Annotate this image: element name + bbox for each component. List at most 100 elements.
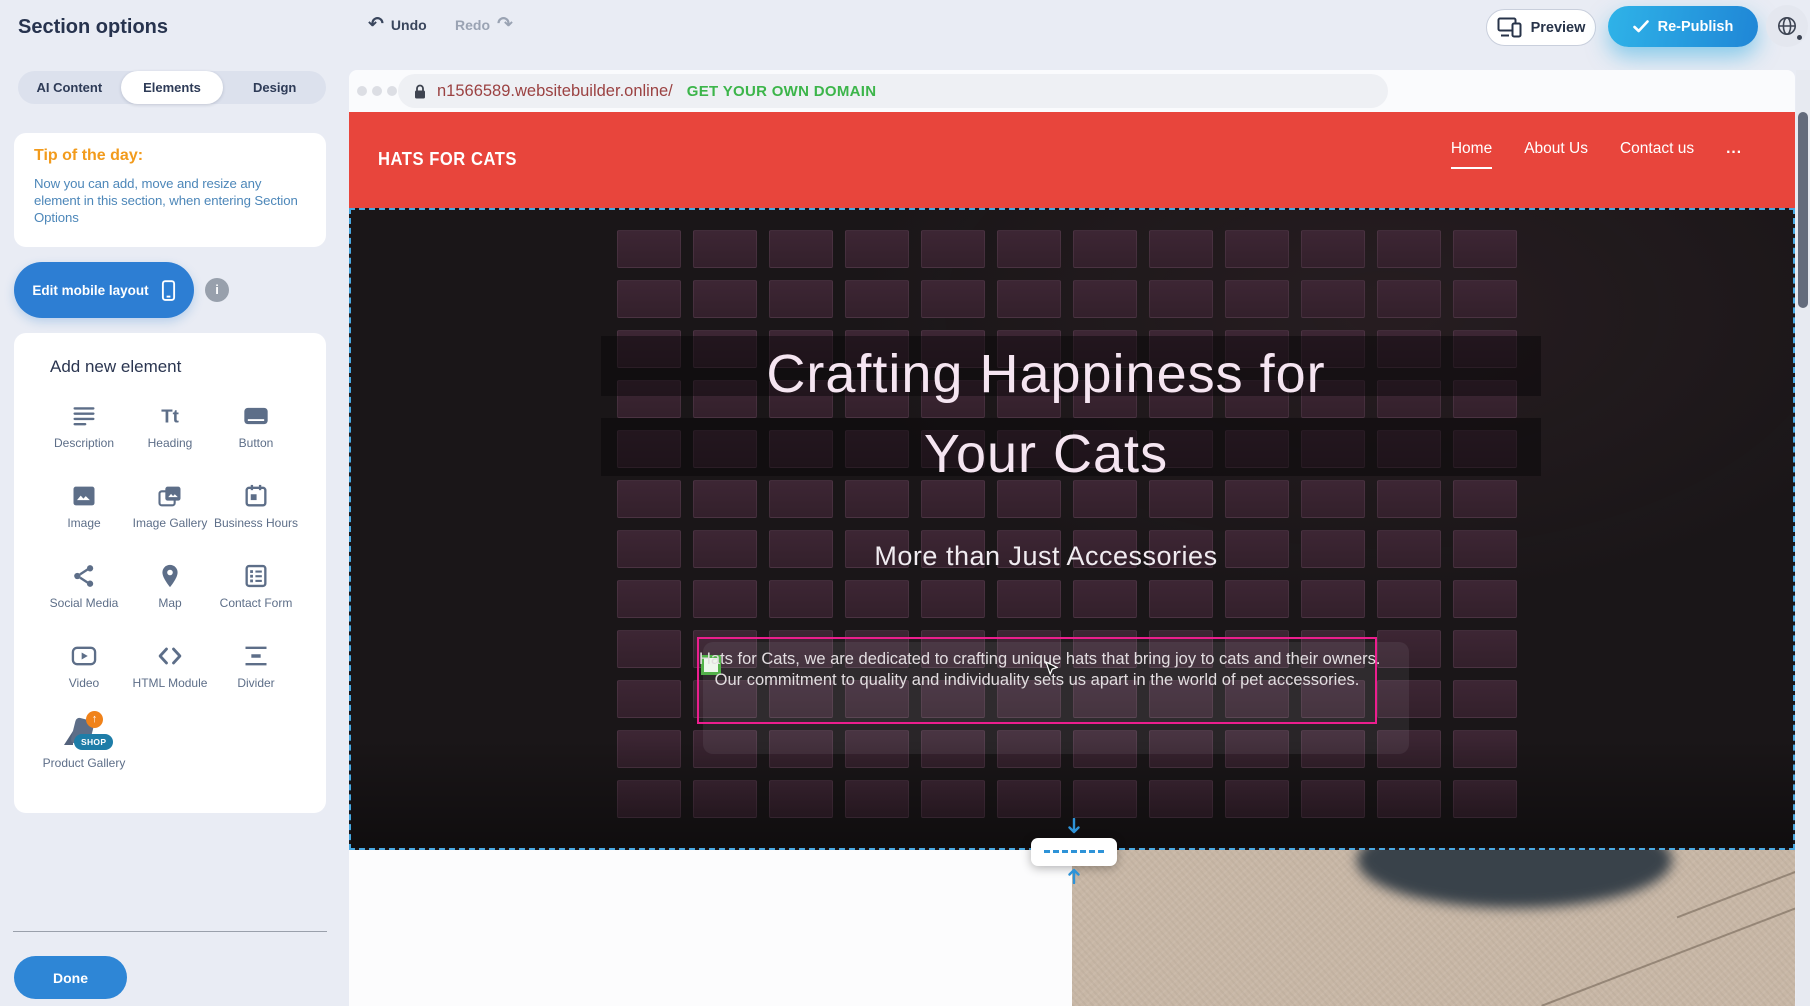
add-element-video[interactable]: Video xyxy=(41,631,127,711)
undo-button[interactable]: ↶ Undo xyxy=(368,16,427,34)
phone-icon xyxy=(161,279,176,302)
add-element-button[interactable]: Button xyxy=(213,391,299,471)
hero-tile xyxy=(1073,280,1137,318)
preview-button[interactable]: Preview xyxy=(1486,9,1596,46)
map-icon xyxy=(156,559,184,593)
hero-tile xyxy=(1453,230,1517,268)
nav-item-contact-us[interactable]: Contact us xyxy=(1620,140,1694,167)
hero-tile xyxy=(1225,780,1289,818)
contact-form-icon xyxy=(242,559,270,593)
tip-body: Now you can add, move and resize any ele… xyxy=(34,175,306,226)
tab-elements[interactable]: Elements xyxy=(121,71,224,104)
add-element-map[interactable]: Map xyxy=(127,551,213,631)
hero-tile xyxy=(1453,780,1517,818)
hero-tile xyxy=(1453,480,1517,518)
browser-chrome-bar: n1566589.websitebuilder.online/ GET YOUR… xyxy=(349,70,1795,112)
pavement-image xyxy=(1072,850,1795,1006)
section-resize-handle[interactable] xyxy=(1031,838,1117,866)
hero-tile xyxy=(997,580,1061,618)
site-preview-viewport: n1566589.websitebuilder.online/ GET YOUR… xyxy=(349,70,1795,1006)
element-label: Image Gallery xyxy=(133,516,208,530)
hero-tile xyxy=(845,780,909,818)
section-options-panel: Section options AI ContentElementsDesign… xyxy=(0,0,349,1006)
hero-tile xyxy=(1149,230,1213,268)
divider-icon xyxy=(242,639,270,673)
hero-tile xyxy=(997,280,1061,318)
hero-heading-line1: Crafting Happiness for xyxy=(351,344,1741,404)
heading-icon: Tt xyxy=(156,399,184,433)
add-element-image-gallery[interactable]: Image Gallery xyxy=(127,471,213,551)
hero-tile xyxy=(693,280,757,318)
redo-button[interactable]: Redo ↷ xyxy=(455,16,513,34)
tab-design[interactable]: Design xyxy=(223,71,326,104)
add-element-image[interactable]: Image xyxy=(41,471,127,551)
nav-item-about-us[interactable]: About Us xyxy=(1524,140,1588,167)
hero-tile xyxy=(617,780,681,818)
preview-label: Preview xyxy=(1531,20,1586,36)
hero-tile xyxy=(845,480,909,518)
hero-tile xyxy=(921,580,985,618)
hero-tile xyxy=(617,280,681,318)
element-label: Contact Form xyxy=(220,596,293,610)
hero-tile xyxy=(1377,230,1441,268)
preview-scrollbar[interactable] xyxy=(1796,70,1810,1006)
add-element-html-module[interactable]: HTML Module xyxy=(127,631,213,711)
globe-icon xyxy=(1776,15,1798,37)
hero-tile xyxy=(997,780,1061,818)
add-element-description[interactable]: Description xyxy=(41,391,127,471)
info-icon[interactable]: i xyxy=(205,278,229,302)
hero-tile xyxy=(1073,580,1137,618)
globe-status-dot xyxy=(1797,35,1802,40)
browser-dot xyxy=(357,86,367,96)
hero-tile xyxy=(1149,480,1213,518)
hero-tile xyxy=(693,780,757,818)
pavement-joint-line xyxy=(1677,850,1795,918)
element-label: Heading xyxy=(148,436,193,450)
hero-tile xyxy=(617,730,681,768)
address-bar[interactable]: n1566589.websitebuilder.online/ GET YOUR… xyxy=(398,74,1388,108)
hero-tile xyxy=(1225,480,1289,518)
page-title: Section options xyxy=(18,16,168,39)
arrow-down-icon xyxy=(1066,818,1082,841)
devices-icon xyxy=(1497,17,1523,38)
element-label: Video xyxy=(69,676,99,690)
hero-tile xyxy=(617,230,681,268)
republish-label: Re-Publish xyxy=(1658,19,1734,35)
selected-text-element[interactable]: Hats for Cats, we are dedicated to craft… xyxy=(697,637,1377,724)
hero-tile xyxy=(1225,580,1289,618)
scrollbar-thumb[interactable] xyxy=(1798,112,1808,308)
site-logo[interactable]: HATS FOR CATS xyxy=(378,149,517,170)
hero-section-selected[interactable]: Crafting Happiness for Your Cats More th… xyxy=(349,208,1795,850)
tab-ai-content[interactable]: AI Content xyxy=(18,71,121,104)
check-icon xyxy=(1633,20,1649,33)
add-element-heading[interactable]: Tt Heading xyxy=(127,391,213,471)
add-element-grid: Description Tt Heading Button Image Image Gal… xyxy=(41,391,299,791)
hero-tile xyxy=(617,630,681,668)
add-element-divider[interactable]: Divider xyxy=(213,631,299,711)
redo-label: Redo xyxy=(455,17,490,33)
done-button[interactable]: Done xyxy=(14,956,127,999)
description-icon xyxy=(70,399,98,433)
edit-mobile-layout-button[interactable]: Edit mobile layout xyxy=(14,262,194,318)
language-globe-button[interactable] xyxy=(1766,5,1808,47)
browser-dot xyxy=(372,86,382,96)
button-icon xyxy=(242,399,270,433)
add-element-social-media[interactable]: Social Media xyxy=(41,551,127,631)
get-your-own-domain-link[interactable]: GET YOUR OWN DOMAIN xyxy=(687,83,877,100)
element-label: Divider xyxy=(237,676,274,690)
add-element-business-hours[interactable]: Business Hours xyxy=(213,471,299,551)
product-gallery-icon: ↑SHOP xyxy=(61,719,107,753)
nav-more-button[interactable]: ... xyxy=(1726,140,1742,167)
republish-button[interactable]: Re-Publish xyxy=(1608,6,1758,47)
site-header: HATS FOR CATS Home About Us Contact us... xyxy=(349,112,1795,208)
image-gallery-icon xyxy=(156,479,184,513)
nav-item-home[interactable]: Home xyxy=(1451,140,1492,169)
add-element-product-gallery[interactable]: ↑SHOPProduct Gallery xyxy=(41,711,127,791)
hero-heading-line2: Your Cats xyxy=(351,424,1741,484)
add-element-contact-form[interactable]: Contact Form xyxy=(213,551,299,631)
resize-dash xyxy=(1044,850,1104,853)
business-hours-icon xyxy=(242,479,270,513)
hero-tile xyxy=(617,480,681,518)
hero-tile xyxy=(617,680,681,718)
hero-tile xyxy=(769,230,833,268)
